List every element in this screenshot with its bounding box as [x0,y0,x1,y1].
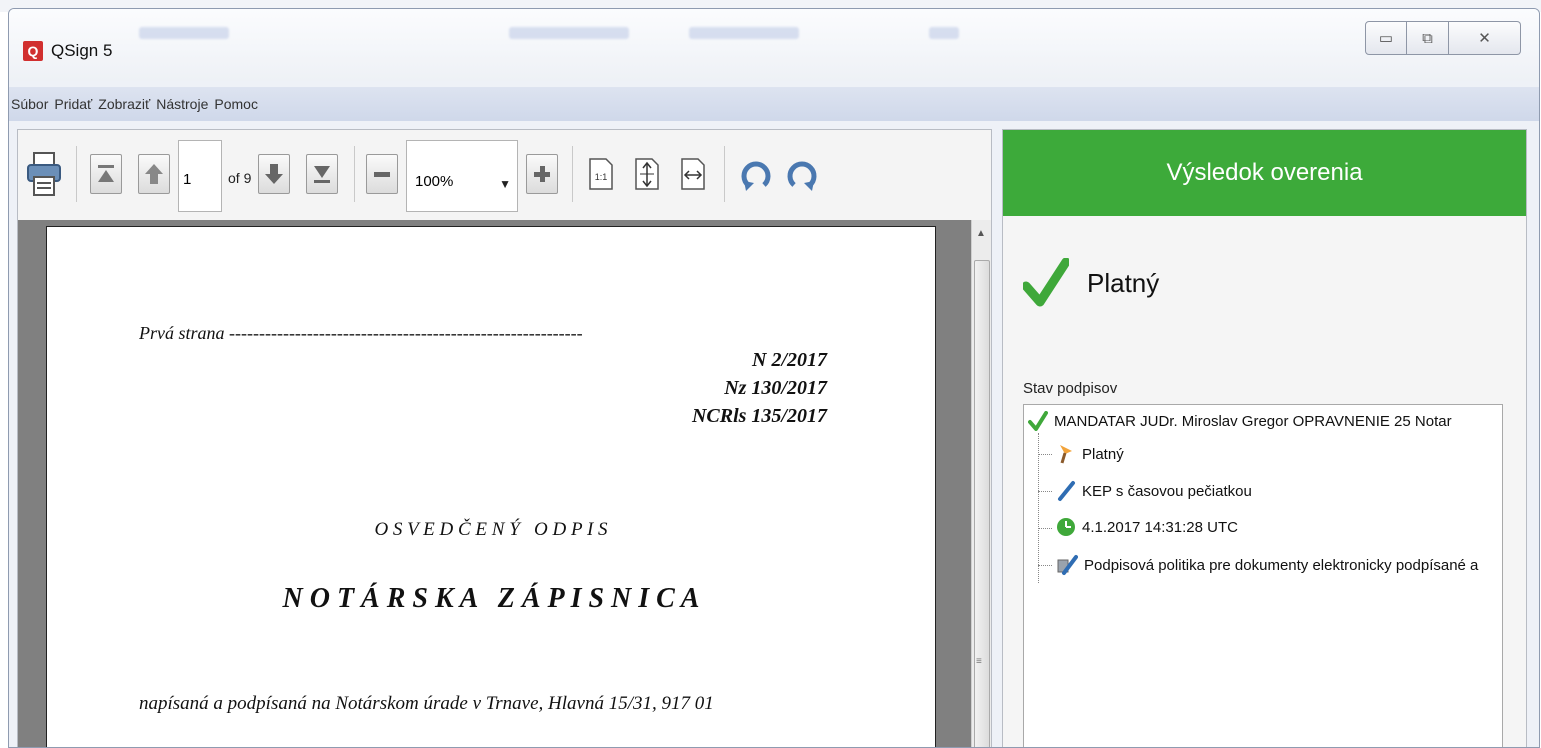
app-logo-icon: Q [23,41,43,61]
page-count-label: of 9 [228,170,252,186]
pin-icon [1056,443,1076,465]
menu-zobrazit[interactable]: Zobraziť [98,94,150,114]
actual-size-icon: 1:1 [589,158,613,190]
pen-icon [1056,480,1076,502]
verification-result-header: Výsledok overenia [1003,130,1526,216]
document-page: Prvá strana ----------------------------… [46,226,936,747]
plus-icon [534,166,550,182]
background-ghost-text [509,27,629,39]
document-body-line: napísaná a podpísaná na Notárskom úrade … [139,693,714,714]
tree-item-policy[interactable]: Podpisová politika pre dokumenty elektro… [1056,554,1478,576]
first-page-button[interactable] [90,154,122,194]
close-button[interactable]: ✕ [1449,21,1521,55]
print-button[interactable] [24,146,64,202]
rotate-clockwise-icon [741,161,771,191]
background-ghost-text [689,27,799,39]
menu-bar: Súbor Pridať Zobraziť Nástroje Pomoc [9,87,1539,121]
fit-page-button[interactable] [630,152,664,196]
window-title: QSign 5 [51,41,113,60]
arrow-down-icon [265,164,283,184]
toolbar-separator [572,146,573,202]
fit-width-icon [681,158,705,190]
document-reference-nz: Nz 130/2017 [724,377,827,399]
chevron-down-icon: ▼ [499,177,511,191]
last-page-button[interactable] [306,154,338,194]
document-view[interactable]: Prvá strana ----------------------------… [18,220,973,747]
scrollbar-thumb[interactable] [974,260,990,747]
check-icon [1028,411,1048,431]
actual-size-label: 1:1 [595,172,608,182]
zoom-value: 100% [415,173,454,190]
tree-connector [1038,565,1052,566]
actual-size-button[interactable]: 1:1 [584,152,618,196]
validity-text: Platný [1082,445,1124,463]
background-ghost-text [139,27,229,39]
arrow-up-icon [145,164,163,184]
document-reference-ncrls: NCRls 135/2017 [691,405,827,427]
title-bar: Q QSign 5 ▭ ⧉ ✕ [9,9,1539,81]
tree-item-validity[interactable]: Platný [1056,443,1124,465]
toolbar-separator [724,146,725,202]
rotate-counterclockwise-button[interactable] [782,152,822,196]
signature-type-text: KEP s časovou pečiatkou [1082,482,1252,500]
tree-connector [1038,433,1039,583]
zoom-in-button[interactable] [526,154,558,194]
signer-name: MANDATAR JUDr. Miroslav Gregor OPRAVNENI… [1054,412,1452,430]
last-page-icon [314,166,330,183]
check-icon [1023,258,1069,307]
policy-icon [1056,554,1078,576]
window-controls: ▭ ⧉ ✕ [1365,21,1521,55]
scroll-up-arrow-icon[interactable]: ▲ [976,228,986,239]
rotate-clockwise-button[interactable] [736,152,776,196]
signatures-tree[interactable]: MANDATAR JUDr. Miroslav Gregor OPRAVNENI… [1023,404,1503,747]
tree-item-signer[interactable]: MANDATAR JUDr. Miroslav Gregor OPRAVNENI… [1028,411,1452,431]
first-page-icon [98,165,114,182]
document-heading: N O T Á R S K A Z Á P I S N I C A [282,583,700,614]
tree-item-signature-type[interactable]: KEP s časovou pečiatkou [1056,480,1252,502]
previous-page-button[interactable] [138,154,170,194]
verification-pane: Výsledok overenia Platný Stav podpisov M… [1002,129,1527,747]
signatures-label: Stav podpisov [1023,380,1118,397]
verification-status: Platný [1023,258,1159,308]
fit-page-icon [635,158,659,190]
zoom-out-button[interactable] [366,154,398,194]
clock-icon [1056,517,1076,537]
document-reference-n: N 2/2017 [752,349,827,371]
minimize-button[interactable]: ▭ [1365,21,1407,55]
menu-nastroje[interactable]: Nástroje [156,94,208,114]
tree-item-timestamp[interactable]: 4.1.2017 14:31:28 UTC [1056,517,1238,537]
pdf-viewer-pane: 1 of 9 100% ▼ 1:1 Prvá strana ----------… [17,129,992,747]
menu-pomoc[interactable]: Pomoc [214,94,258,114]
tree-connector [1038,454,1052,455]
scrollbar-grip-icon: ≡ [976,656,982,667]
menu-pridat[interactable]: Pridať [54,94,92,114]
pdf-toolbar: 1 of 9 100% ▼ 1:1 [18,130,991,220]
vertical-scrollbar[interactable]: ▲ ≡ [971,220,991,747]
tree-connector [1038,528,1052,529]
zoom-select[interactable]: 100% ▼ [406,140,518,212]
timestamp-text: 4.1.2017 14:31:28 UTC [1082,518,1238,536]
document-subheading: O S V E D Č E N Ý O D P I S [374,519,608,540]
minus-icon [374,172,390,177]
maximize-button[interactable]: ⧉ [1407,21,1449,55]
document-first-line: Prvá strana ----------------------------… [139,323,583,343]
qsign-window: Q QSign 5 ▭ ⧉ ✕ Súbor Pridať Zobraziť Ná… [8,8,1540,748]
printer-icon [27,152,61,196]
background-ghost-text [929,27,959,39]
next-page-button[interactable] [258,154,290,194]
toolbar-separator [76,146,77,202]
policy-text: Podpisová politika pre dokumenty elektro… [1084,556,1479,574]
tree-connector [1038,491,1052,492]
toolbar-separator [354,146,355,202]
page-number-input[interactable]: 1 [178,140,222,212]
verification-status-text: Platný [1087,267,1160,298]
menu-subor[interactable]: Súbor [11,94,48,114]
fit-width-button[interactable] [676,152,710,196]
rotate-counterclockwise-icon [787,161,817,191]
